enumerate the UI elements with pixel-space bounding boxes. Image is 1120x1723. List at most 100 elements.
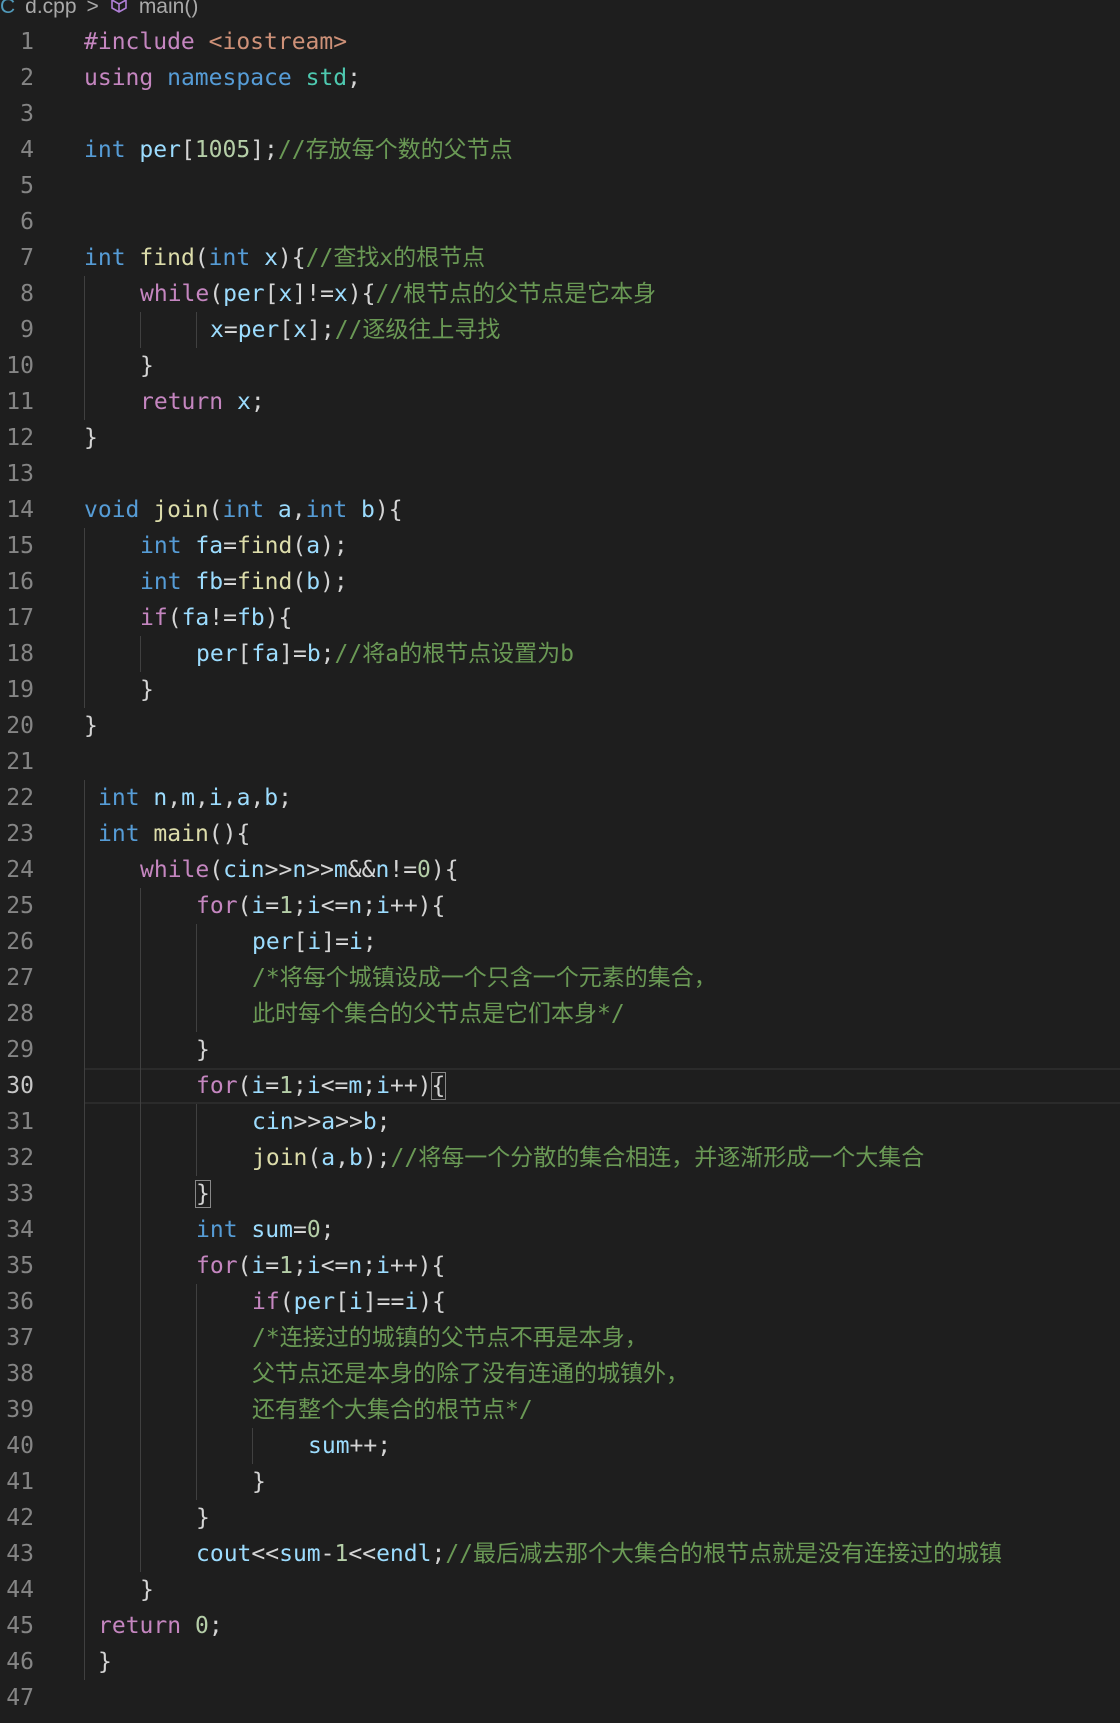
code-line[interactable]: 31 cin>>a>>b; [0, 1104, 1120, 1140]
code-line[interactable]: 36 if(per[i]==i){ [0, 1284, 1120, 1320]
code-text[interactable]: int sum=0; [196, 1212, 335, 1248]
code-line[interactable]: 45 return 0; [0, 1608, 1120, 1644]
code-text[interactable]: cout<<sum-1<<endl;//最后减去那个大集合的根节点就是没有连接过… [196, 1536, 1002, 1572]
code-line[interactable]: 6 [0, 204, 1120, 240]
code-text[interactable]: int fb=find(b); [140, 564, 348, 600]
code-line[interactable]: 8 while(per[x]!=x){//根节点的父节点是它本身 [0, 276, 1120, 312]
code-lines[interactable]: 1 #include <iostream> 2 using namespace std… [0, 24, 1120, 1716]
code-text[interactable]: for(i=1;i<=m;i++){ [196, 1068, 447, 1104]
code-line[interactable]: 27 /*将每个城镇设成一个只含一个元素的集合， [0, 960, 1120, 996]
code-text[interactable]: 还有整个大集合的根节点*/ [252, 1392, 533, 1428]
code-line[interactable]: 23 int main(){ [0, 816, 1120, 852]
code-line[interactable]: 32 join(a,b);//将每一个分散的集合相连，并逐渐形成一个大集合 [0, 1140, 1120, 1176]
code-line[interactable]: 10} [0, 348, 1120, 384]
code-token: b [306, 569, 321, 595]
code-text[interactable]: if(fa!=fb){ [140, 600, 292, 636]
code-line[interactable]: 41} [0, 1464, 1120, 1500]
code-text[interactable]: 此时每个集合的父节点是它们本身*/ [252, 996, 625, 1032]
code-text[interactable]: join(a,b);//将每一个分散的集合相连，并逐渐形成一个大集合 [252, 1140, 924, 1176]
code-line[interactable]: 33} [0, 1176, 1120, 1212]
code-line[interactable]: 14 void join(int a,int b){ [0, 492, 1120, 528]
breadcrumb-file[interactable]: d.cpp [25, 0, 76, 19]
code-line[interactable]: 19} [0, 672, 1120, 708]
code-line[interactable]: 11 return x; [0, 384, 1120, 420]
code-line[interactable]: 42} [0, 1500, 1120, 1536]
code-line[interactable]: 34 int sum=0; [0, 1212, 1120, 1248]
code-text[interactable]: int find(int x){//查找x的根节点 [84, 240, 485, 276]
code-line[interactable]: 12} [0, 420, 1120, 456]
code-line[interactable]: 38 父节点还是本身的除了没有连通的城镇外， [0, 1356, 1120, 1392]
code-text[interactable]: for(i=1;i<=n;i++){ [196, 888, 445, 924]
code-text[interactable]: } [196, 1500, 210, 1536]
code-text[interactable]: } [196, 1032, 210, 1068]
code-line[interactable]: 3 [0, 96, 1120, 132]
code-text[interactable]: per[i]=i; [252, 924, 377, 960]
code-token: <iostream> [208, 29, 348, 55]
code-line[interactable]: 20} [0, 708, 1120, 744]
code-text[interactable]: 父节点还是本身的除了没有连通的城镇外， [252, 1356, 689, 1392]
code-line[interactable]: 40 sum++; [0, 1428, 1120, 1464]
code-line[interactable]: 21 [0, 744, 1120, 780]
code-text[interactable]: sum++; [308, 1428, 391, 1464]
code-token: - [320, 1541, 335, 1567]
code-line[interactable]: 7 int find(int x){//查找x的根节点 [0, 240, 1120, 276]
code-text[interactable]: } [84, 420, 98, 456]
code-text[interactable]: return x; [140, 384, 265, 420]
code-line[interactable]: 44} [0, 1572, 1120, 1608]
code-line[interactable]: 30 for(i=1;i<=m;i++){ [0, 1068, 1120, 1104]
code-line[interactable]: 4 int per[1005];//存放每个数的父节点 [0, 132, 1120, 168]
code-line[interactable]: 28 此时每个集合的父节点是它们本身*/ [0, 996, 1120, 1032]
code-line[interactable]: 29} [0, 1032, 1120, 1068]
code-text[interactable]: int n,m,i,a,b; [98, 780, 292, 816]
code-text[interactable]: } [252, 1464, 266, 1500]
code-text[interactable]: /*将每个城镇设成一个只含一个元素的集合， [252, 960, 717, 996]
code-text[interactable]: /*连接过的城镇的父节点不再是本身， [252, 1320, 648, 1356]
code-text[interactable]: cin>>a>>b; [252, 1104, 391, 1140]
code-line[interactable]: 5 [0, 168, 1120, 204]
code-text[interactable]: while(cin>>n>>m&&n!=0){ [140, 852, 459, 888]
code-line[interactable]: 26 per[i]=i; [0, 924, 1120, 960]
code-text[interactable]: } [140, 348, 154, 384]
code-text[interactable]: } [140, 672, 154, 708]
code-token: <= [320, 1253, 349, 1279]
code-line[interactable]: 39 还有整个大集合的根节点*/ [0, 1392, 1120, 1428]
code-line[interactable]: 43 cout<<sum-1<<endl;//最后减去那个大集合的根节点就是没有连… [0, 1536, 1120, 1572]
code-line[interactable]: 46} [0, 1644, 1120, 1680]
code-text[interactable]: return 0; [98, 1608, 223, 1644]
code-text[interactable]: } [140, 1572, 154, 1608]
code-line[interactable]: 22 int n,m,i,a,b; [0, 780, 1120, 816]
code-text[interactable]: int per[1005];//存放每个数的父节点 [84, 132, 513, 168]
code-editor[interactable]: C d.cpp > main() 1 #include <iostream> 2 us… [0, 0, 1120, 1723]
code-text[interactable]: int main(){ [98, 816, 250, 852]
breadcrumb-symbol[interactable]: main() [139, 0, 199, 19]
code-line[interactable]: 13 [0, 456, 1120, 492]
indent-guide [140, 888, 141, 924]
code-line[interactable]: 17 if(fa!=fb){ [0, 600, 1120, 636]
code-text[interactable]: for(i=1;i<=n;i++){ [196, 1248, 445, 1284]
code-line[interactable]: 9 x=per[x];//逐级往上寻找 [0, 312, 1120, 348]
code-line[interactable]: 37 /*连接过的城镇的父节点不再是本身， [0, 1320, 1120, 1356]
code-line[interactable]: 47 [0, 1680, 1120, 1716]
code-line[interactable]: 1 #include <iostream> [0, 24, 1120, 60]
cpp-file-icon: C [0, 0, 16, 18]
indent-guide [84, 1176, 85, 1212]
code-text[interactable]: #include <iostream> [84, 24, 347, 60]
code-text[interactable]: while(per[x]!=x){//根节点的父节点是它本身 [140, 276, 656, 312]
code-line[interactable]: 18 per[fa]=b;//将a的根节点设置为b [0, 636, 1120, 672]
code-line[interactable]: 24 while(cin>>n>>m&&n!=0){ [0, 852, 1120, 888]
code-line[interactable]: 16 int fb=find(b); [0, 564, 1120, 600]
code-text[interactable]: } [195, 1176, 211, 1212]
code-line[interactable]: 35 for(i=1;i<=n;i++){ [0, 1248, 1120, 1284]
code-text[interactable]: per[fa]=b;//将a的根节点设置为b [196, 636, 574, 672]
line-number: 18 [6, 641, 34, 667]
code-text[interactable]: } [84, 708, 98, 744]
code-text[interactable]: int fa=find(a); [140, 528, 348, 564]
code-text[interactable]: x=per[x];//逐级往上寻找 [210, 312, 500, 348]
code-text[interactable]: if(per[i]==i){ [252, 1284, 446, 1320]
code-text[interactable]: using namespace std; [84, 60, 361, 96]
code-text[interactable]: void join(int a,int b){ [84, 492, 403, 528]
code-text[interactable]: } [98, 1644, 112, 1680]
code-line[interactable]: 15 int fa=find(a); [0, 528, 1120, 564]
code-line[interactable]: 2 using namespace std; [0, 60, 1120, 96]
code-line[interactable]: 25 for(i=1;i<=n;i++){ [0, 888, 1120, 924]
